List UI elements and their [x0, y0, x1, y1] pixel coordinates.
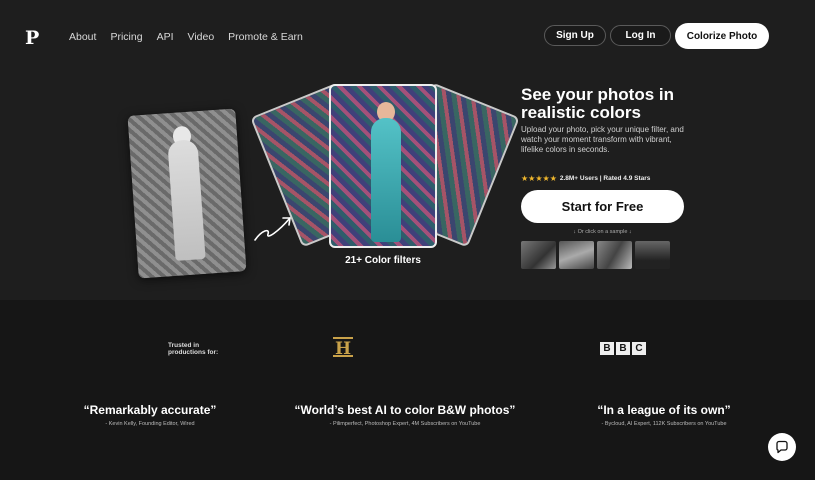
start-for-free-button[interactable]: Start for Free [521, 190, 684, 223]
sample-hint: ↓ Or click on a sample ↓ [573, 229, 632, 235]
signup-button[interactable]: Sign Up [544, 25, 606, 46]
rating-text: 2.8M+ Users | Rated 4.9 Stars [559, 175, 651, 182]
testimonial: “Remarkably accurate” - Kevin Kelly, Fou… [70, 403, 230, 427]
testimonial-author: - Bycloud, AI Expert, 112K Subscribers o… [601, 421, 727, 427]
trusted-label: Trusted in productions for: [168, 342, 218, 356]
bbc-letter: C [632, 342, 646, 355]
trusted-label-line1: Trusted in [168, 342, 200, 349]
bbc-logo: B B C [600, 342, 646, 355]
sample-photo[interactable] [597, 241, 632, 269]
testimonial-quote: “World’s best AI to color B&W photos” [294, 403, 516, 417]
filters-count-label: 21+ Color filters [345, 255, 421, 266]
nav-link-about[interactable]: About [69, 31, 96, 43]
colorize-photo-button[interactable]: Colorize Photo [675, 23, 769, 49]
history-logo: H [333, 337, 353, 359]
testimonial-background [0, 300, 815, 480]
nav-link-pricing[interactable]: Pricing [110, 31, 142, 43]
nav-link-promote[interactable]: Promote & Earn [228, 31, 303, 43]
chat-bubble-icon [776, 440, 788, 454]
main-nav: About Pricing API Video Promote & Earn [69, 31, 317, 43]
testimonial-author: - Kevin Kelly, Founding Editor, Wired [105, 421, 195, 427]
chat-button[interactable] [768, 433, 796, 461]
bbc-letter: B [600, 342, 614, 355]
bbc-letter: B [616, 342, 630, 355]
star-rating-icon: ★★★★★ [521, 174, 557, 183]
logo[interactable]: P [25, 27, 39, 49]
login-button[interactable]: Log In [610, 25, 671, 46]
testimonial-quote: “Remarkably accurate” [83, 403, 217, 417]
trusted-label-line2: productions for: [168, 349, 219, 356]
bw-source-photo [127, 108, 247, 279]
hero-subtext: Upload your photo, pick your unique filt… [521, 125, 684, 154]
sample-photo[interactable] [635, 241, 670, 269]
testimonial: “World’s best AI to color B&W photos” - … [290, 403, 520, 427]
color-filter-card-center [329, 84, 437, 248]
sample-photo[interactable] [559, 241, 594, 269]
sample-photos [521, 241, 670, 269]
bw-figure [167, 139, 206, 261]
testimonial-author: - Pilimperfect, Photoshop Expert, 4M Sub… [329, 421, 481, 427]
testimonial-quote: “In a league of its own” [597, 403, 731, 417]
nav-link-api[interactable]: API [157, 31, 174, 43]
nav-link-video[interactable]: Video [188, 31, 215, 43]
hero-headline: See your photos in realistic colors [521, 85, 675, 122]
colored-figure [371, 118, 401, 242]
rating-row: ★★★★★ 2.8M+ Users | Rated 4.9 Stars [521, 174, 650, 183]
sample-photo[interactable] [521, 241, 556, 269]
testimonial: “In a league of its own” - Bycloud, AI E… [584, 403, 744, 427]
